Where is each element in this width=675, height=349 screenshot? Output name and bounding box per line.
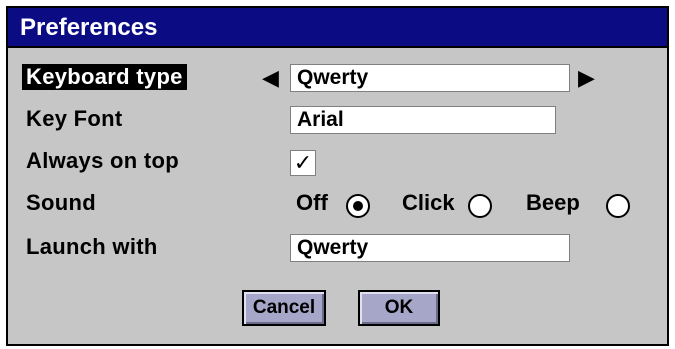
checkmark-icon: ✓: [293, 150, 313, 175]
always-on-top-label: Always on top: [26, 148, 180, 173]
keyboard-type-row: Keyboard type ◀ Qwerty ▶: [8, 60, 667, 100]
sound-beep-radio[interactable]: [606, 194, 630, 218]
sound-off-label: Off: [296, 190, 328, 215]
prev-arrow-icon[interactable]: ◀: [262, 64, 279, 92]
always-on-top-checkbox[interactable]: ✓: [290, 150, 316, 176]
sound-row: Sound Off Click Beep: [8, 186, 667, 226]
keyboard-type-label: Keyboard type: [22, 64, 187, 90]
sound-off-radio[interactable]: [346, 194, 370, 218]
launch-with-label: Launch with: [26, 234, 158, 259]
sound-label: Sound: [26, 190, 96, 215]
ok-button[interactable]: OK: [358, 290, 440, 326]
launch-with-row: Launch with Qwerty: [8, 230, 667, 270]
radio-selected-dot: [353, 201, 363, 211]
key-font-row: Key Font Arial: [8, 102, 667, 142]
launch-with-field[interactable]: Qwerty: [290, 234, 570, 262]
key-font-field[interactable]: Arial: [290, 106, 556, 134]
sound-click-label: Click: [402, 190, 455, 215]
next-arrow-icon[interactable]: ▶: [578, 64, 595, 92]
window-title: Preferences: [8, 8, 667, 48]
sound-click-radio[interactable]: [468, 194, 492, 218]
key-font-label: Key Font: [26, 106, 123, 131]
cancel-button[interactable]: Cancel: [242, 290, 326, 326]
sound-beep-label: Beep: [526, 190, 580, 215]
always-on-top-row: Always on top ✓: [8, 144, 667, 184]
preferences-dialog: Preferences Keyboard type ◀ Qwerty ▶ Key…: [6, 6, 669, 346]
keyboard-type-field[interactable]: Qwerty: [290, 64, 570, 92]
